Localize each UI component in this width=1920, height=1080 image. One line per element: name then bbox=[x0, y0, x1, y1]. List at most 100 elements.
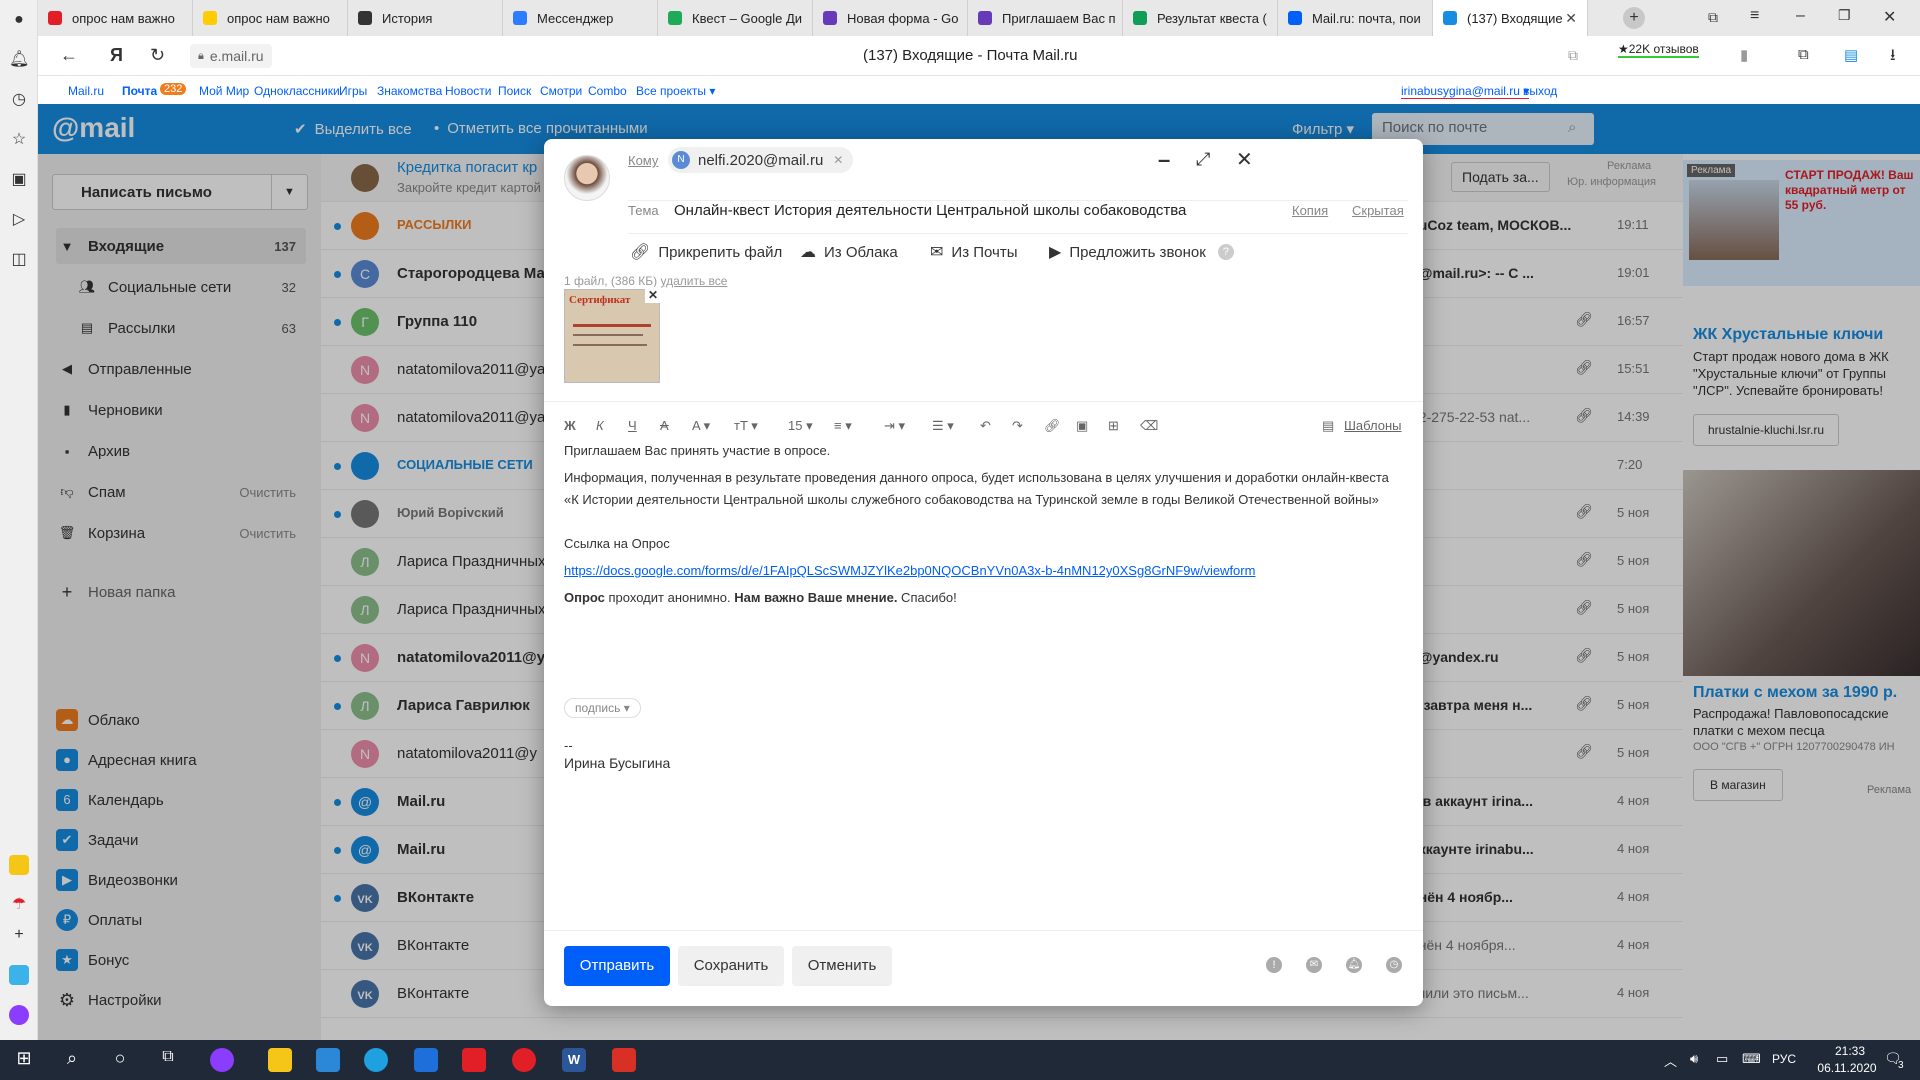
font-icon[interactable]: ᴛT ▾ bbox=[734, 418, 758, 434]
tab[interactable]: опрос нам важно bbox=[193, 0, 348, 36]
tab-active[interactable]: (137) Входящие ✕ bbox=[1433, 0, 1588, 36]
market-icon[interactable] bbox=[9, 855, 29, 875]
survey-link[interactable]: https://docs.google.com/forms/d/e/1FAIpQ… bbox=[564, 560, 1404, 582]
add-icon[interactable]: + bbox=[9, 925, 29, 945]
remove-recipient-icon[interactable]: ✕ bbox=[833, 153, 843, 167]
url-field[interactable]: 🔒︎ e.mail.ru bbox=[190, 44, 272, 68]
sender-avatar[interactable] bbox=[564, 155, 610, 201]
minimize-compose-icon[interactable]: – bbox=[1158, 147, 1170, 173]
redo-icon[interactable]: ↷ bbox=[1012, 418, 1023, 434]
text-color-icon[interactable]: A ▾ bbox=[692, 418, 710, 434]
link-smotri[interactable]: Смотри bbox=[540, 84, 582, 98]
cc-link[interactable]: Копия bbox=[1292, 203, 1328, 218]
link-pochta[interactable]: Почта bbox=[122, 84, 157, 98]
tab[interactable]: Результат квеста ( bbox=[1123, 0, 1278, 36]
delete-all-link[interactable]: удалить все bbox=[660, 274, 727, 288]
volume-icon[interactable]: 🔊︎ bbox=[1690, 1051, 1698, 1067]
subject-input[interactable]: Онлайн-квест История деятельности Центра… bbox=[674, 202, 1186, 219]
profile-icon[interactable]: ● bbox=[9, 10, 29, 30]
reload-icon[interactable]: ↻ bbox=[150, 45, 165, 66]
yandex-icon[interactable]: Я bbox=[110, 45, 123, 66]
play-icon[interactable]: ▷ bbox=[9, 210, 29, 230]
reminder-icon[interactable]: 🔔︎ bbox=[1346, 957, 1362, 973]
to-label[interactable]: Кому bbox=[628, 153, 658, 168]
menu-icon[interactable]: ≡ bbox=[1750, 7, 1759, 25]
body-paragraph[interactable]: Информация, полученная в результате пров… bbox=[564, 467, 1404, 511]
yandex-browser-icon[interactable] bbox=[512, 1048, 536, 1072]
tab[interactable]: Квест – Google Ди bbox=[658, 0, 813, 36]
body-paragraph[interactable]: Приглашаем Вас принять участие в опросе. bbox=[564, 440, 1404, 462]
from-cloud-button[interactable]: ☁ Из Облака bbox=[800, 242, 898, 262]
cancel-button[interactable]: Отменить bbox=[792, 946, 892, 986]
save-button[interactable]: Сохранить bbox=[678, 946, 784, 986]
suggest-call-button[interactable]: ▶ Предложить звонок? bbox=[1049, 242, 1234, 262]
font-size-select[interactable]: 15 ▾ bbox=[788, 418, 813, 434]
recipient-chip[interactable]: N nelfi.2020@mail.ru ✕ bbox=[668, 147, 854, 173]
link-icon[interactable]: 🔗︎ bbox=[1044, 418, 1061, 434]
italic-icon[interactable]: К bbox=[596, 418, 604, 433]
share-icon[interactable]: ⧉ bbox=[1568, 47, 1578, 64]
notifications-icon[interactable]: 🔔︎ bbox=[9, 50, 29, 70]
tab[interactable]: опрос нам важно bbox=[38, 0, 193, 36]
alice-icon[interactable] bbox=[210, 1048, 234, 1072]
list-icon[interactable]: ☰ ▾ bbox=[932, 418, 954, 434]
tab[interactable]: История bbox=[348, 0, 503, 36]
bcc-link[interactable]: Скрытая bbox=[1352, 203, 1404, 218]
bookmarks-icon[interactable]: ☆ bbox=[9, 130, 29, 150]
attach-file-button[interactable]: 🔗︎ Прикрепить файл bbox=[630, 242, 782, 262]
yandex-app-icon[interactable] bbox=[462, 1048, 486, 1072]
close-compose-icon[interactable]: ✕ bbox=[1236, 147, 1253, 172]
word-icon[interactable]: W bbox=[562, 1048, 586, 1072]
link-all-projects[interactable]: Все проекты ▾ bbox=[636, 84, 715, 98]
underline-icon[interactable]: Ч bbox=[628, 418, 637, 433]
bold-icon[interactable]: Ж bbox=[564, 418, 576, 433]
clear-format-icon[interactable]: ⌫ bbox=[1140, 418, 1158, 434]
downloads-icon[interactable]: ▤ bbox=[1844, 46, 1858, 64]
restore-icon[interactable]: ❐ bbox=[1838, 7, 1851, 24]
tab[interactable]: Mail.ru: почта, пои bbox=[1278, 0, 1433, 36]
tab[interactable]: Приглашаем Вас п bbox=[968, 0, 1123, 36]
logout-link[interactable]: выход bbox=[1523, 84, 1557, 98]
user-menu[interactable]: irinabusygina@mail.ru ▾ bbox=[1401, 84, 1530, 99]
signature-button[interactable]: подпись ▾ bbox=[564, 698, 641, 718]
link-ok[interactable]: Одноклассники bbox=[254, 84, 340, 98]
counter-icon[interactable]: ◫ bbox=[9, 250, 29, 270]
templates-link[interactable]: Шаблоны bbox=[1344, 418, 1402, 433]
reviews-badge[interactable]: ★22K отзывов bbox=[1618, 42, 1699, 58]
send-button[interactable]: Отправить bbox=[564, 946, 670, 986]
bookmark-icon[interactable]: ▮ bbox=[1740, 46, 1748, 64]
start-icon[interactable]: ⊞ bbox=[12, 1048, 36, 1072]
new-tab-button[interactable]: + bbox=[1623, 7, 1645, 29]
body-paragraph[interactable]: Опрос проходит анонимно. Нам важно Ваше … bbox=[564, 587, 1404, 609]
tray-chevron-icon[interactable]: ︿ bbox=[1664, 1051, 1677, 1070]
indent-icon[interactable]: ⇥ ▾ bbox=[884, 418, 905, 434]
umbrella-icon[interactable]: ☂ bbox=[9, 895, 29, 915]
tab[interactable]: Новая форма - Go bbox=[813, 0, 968, 36]
cortana-icon[interactable]: ○ bbox=[108, 1048, 132, 1072]
language-indicator[interactable]: РУС bbox=[1772, 1052, 1796, 1066]
remove-attachment-icon[interactable]: ✕ bbox=[645, 287, 661, 303]
app-icon[interactable] bbox=[9, 965, 29, 985]
collections-icon[interactable]: ⧉ bbox=[1798, 46, 1809, 63]
expand-compose-icon[interactable]: ⤢ bbox=[1196, 149, 1210, 170]
collections-icon[interactable]: ▣ bbox=[9, 170, 29, 190]
help-icon[interactable]: ? bbox=[1217, 244, 1234, 260]
tab[interactable]: Мессенджер bbox=[503, 0, 658, 36]
edge-icon[interactable] bbox=[364, 1048, 388, 1072]
clock-date[interactable]: 06.11.2020 bbox=[1812, 1061, 1882, 1075]
link-mailru[interactable]: Mail.ru bbox=[68, 84, 104, 98]
table-icon[interactable]: ⊞ bbox=[1108, 418, 1119, 434]
search-icon[interactable]: ⌕ bbox=[60, 1048, 84, 1072]
history-icon[interactable]: ◷ bbox=[9, 90, 29, 110]
network-icon[interactable]: ▭ bbox=[1716, 1051, 1728, 1067]
minimize-icon[interactable]: – bbox=[1796, 7, 1805, 25]
back-icon[interactable]: ← bbox=[60, 45, 78, 66]
templates-icon[interactable]: ▤ bbox=[1322, 418, 1334, 434]
from-mail-button[interactable]: ✉ Из Почты bbox=[930, 242, 1018, 262]
alice-icon[interactable] bbox=[9, 1005, 29, 1025]
importance-icon[interactable]: ! bbox=[1266, 957, 1282, 973]
strikethrough-icon[interactable]: А bbox=[660, 418, 669, 433]
mail-app-icon[interactable] bbox=[414, 1048, 438, 1072]
link-dating[interactable]: Знакомства bbox=[377, 84, 442, 98]
image-icon[interactable]: ▣ bbox=[1076, 418, 1088, 434]
